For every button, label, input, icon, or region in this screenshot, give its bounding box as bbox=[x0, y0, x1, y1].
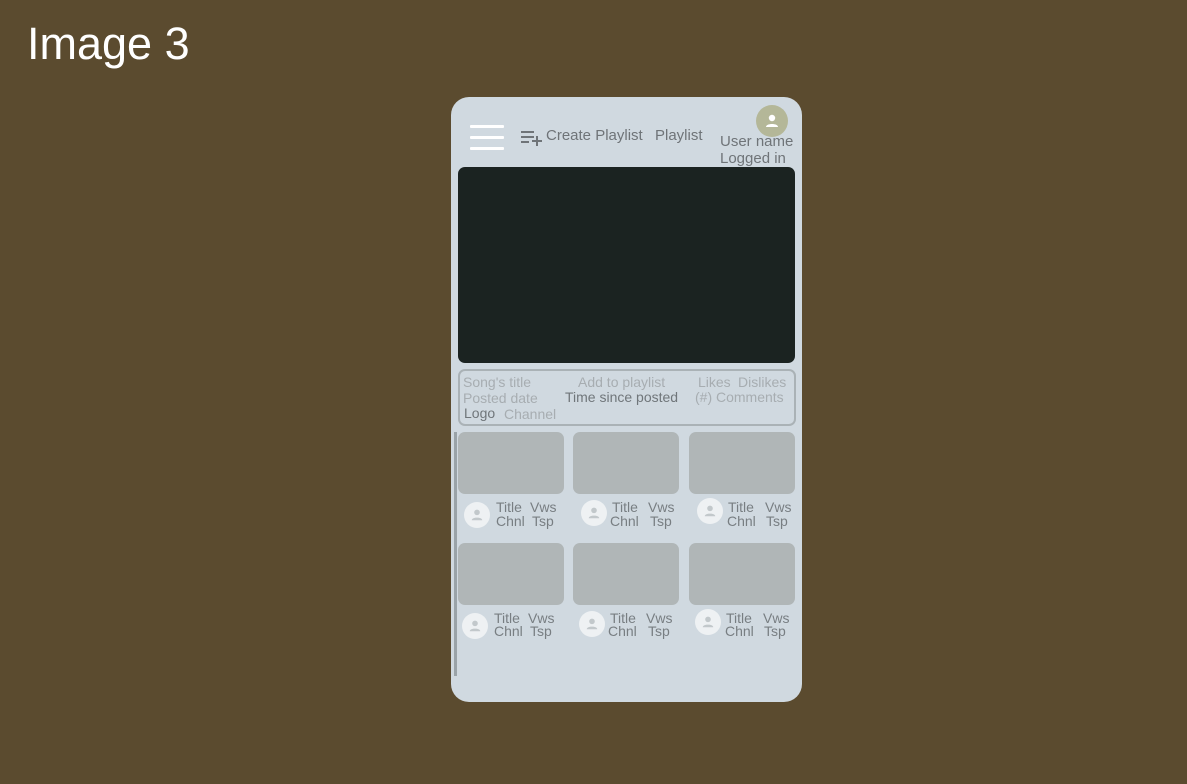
user-name: User name bbox=[720, 133, 794, 150]
likes-button[interactable]: Likes bbox=[698, 374, 731, 390]
hamburger-menu-icon[interactable] bbox=[470, 125, 504, 150]
playlist-add-icon[interactable] bbox=[521, 130, 543, 146]
card-channel: Chnl bbox=[725, 623, 754, 639]
card-channel: Chnl bbox=[610, 513, 639, 529]
card-views: Vws bbox=[765, 499, 792, 515]
playlist-button[interactable]: Playlist bbox=[655, 127, 703, 145]
channel-name[interactable]: Channel bbox=[504, 406, 556, 422]
phone-screen: Create Playlist Playlist User name Logge… bbox=[451, 97, 802, 702]
video-thumbnail[interactable] bbox=[689, 432, 795, 494]
person-icon bbox=[588, 507, 600, 519]
scrollbar[interactable] bbox=[454, 432, 457, 676]
video-card[interactable]: Title Vws Chnl Tsp bbox=[573, 543, 688, 653]
video-card[interactable]: Title Vws Chnl Tsp bbox=[689, 432, 802, 542]
channel-avatar[interactable] bbox=[579, 611, 605, 637]
channel-avatar[interactable] bbox=[697, 498, 723, 524]
video-card[interactable]: Title Vws Chnl Tsp bbox=[458, 432, 573, 542]
video-thumbnail[interactable] bbox=[573, 543, 679, 605]
person-icon bbox=[586, 618, 598, 630]
person-icon bbox=[702, 616, 714, 628]
video-player[interactable] bbox=[458, 167, 795, 363]
card-title: Title bbox=[728, 499, 754, 515]
channel-logo[interactable]: Logo bbox=[464, 405, 495, 421]
song-title: Song's title bbox=[463, 374, 532, 390]
person-icon bbox=[766, 114, 778, 127]
login-status: Logged in bbox=[720, 150, 786, 167]
card-timestamp: Tsp bbox=[766, 513, 788, 529]
dislikes-button[interactable]: Dislikes bbox=[738, 374, 786, 390]
time-since-posted: Time since posted bbox=[565, 389, 679, 405]
create-playlist-button[interactable]: Create Playlist bbox=[546, 127, 643, 145]
video-thumbnail[interactable] bbox=[573, 432, 679, 494]
person-icon bbox=[704, 505, 716, 517]
card-timestamp: Tsp bbox=[530, 623, 552, 639]
channel-avatar[interactable] bbox=[695, 609, 721, 635]
person-icon bbox=[471, 509, 483, 521]
video-info-panel: Song's title Posted date Logo Channel Ad… bbox=[458, 369, 796, 426]
video-thumbnail[interactable] bbox=[458, 432, 564, 494]
channel-avatar[interactable] bbox=[464, 502, 490, 528]
image-caption: Image 3 bbox=[27, 18, 190, 69]
card-channel: Chnl bbox=[494, 623, 523, 639]
card-timestamp: Tsp bbox=[764, 623, 786, 639]
card-timestamp: Tsp bbox=[650, 513, 672, 529]
card-title: Title bbox=[612, 499, 638, 515]
card-timestamp: Tsp bbox=[532, 513, 554, 529]
channel-avatar[interactable] bbox=[462, 613, 488, 639]
posted-date: Posted date bbox=[463, 390, 538, 406]
card-views: Vws bbox=[648, 499, 675, 515]
video-thumbnail[interactable] bbox=[458, 543, 564, 605]
video-thumbnail[interactable] bbox=[689, 543, 795, 605]
video-card[interactable]: Title Vws Chnl Tsp bbox=[573, 432, 688, 542]
video-card[interactable]: Title Vws Chnl Tsp bbox=[458, 543, 573, 653]
channel-avatar[interactable] bbox=[581, 500, 607, 526]
card-channel: Chnl bbox=[608, 623, 637, 639]
video-card[interactable]: Title Vws Chnl Tsp bbox=[689, 543, 802, 653]
card-channel: Chnl bbox=[496, 513, 525, 529]
person-icon bbox=[469, 620, 481, 632]
add-to-playlist-button[interactable]: Add to playlist bbox=[578, 374, 665, 390]
card-views: Vws bbox=[530, 499, 557, 515]
card-title: Title bbox=[496, 499, 522, 515]
card-channel: Chnl bbox=[727, 513, 756, 529]
comments-count[interactable]: (#) Comments bbox=[695, 389, 784, 405]
card-timestamp: Tsp bbox=[648, 623, 670, 639]
